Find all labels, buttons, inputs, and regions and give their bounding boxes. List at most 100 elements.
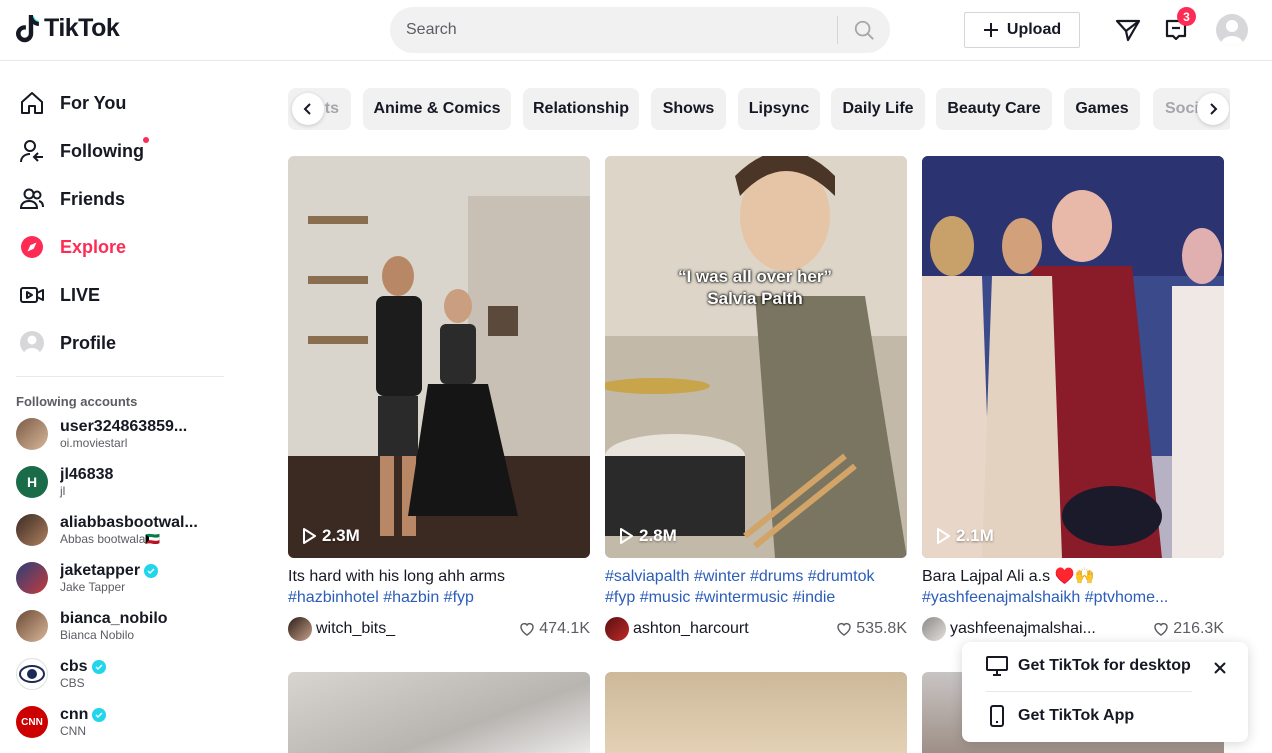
cnn-logo-icon: CNN (16, 706, 48, 738)
caption-text: Its hard with his long ahh arms (288, 568, 505, 585)
caption-hashtags[interactable]: #hazbinhotel #hazbin #fyp (288, 587, 590, 608)
video-thumbnail[interactable] (605, 672, 907, 753)
search-button[interactable] (842, 7, 886, 53)
video-thumbnail-image (605, 156, 907, 558)
tiktok-logo-icon (16, 14, 39, 42)
video-meta: witch_bits_ 474.1K (288, 617, 590, 641)
plus-icon (983, 23, 998, 37)
home-icon (16, 87, 48, 119)
video-thumbnail[interactable]: 2.1M (922, 156, 1224, 558)
category-chip[interactable]: Beauty Care (936, 88, 1052, 130)
category-bar: ts Anime & Comics Relationship Shows Lip… (288, 88, 1230, 130)
following-account[interactable]: user324863859... oi.moviestarl (16, 412, 224, 456)
creator-avatar[interactable] (922, 617, 946, 641)
nav-live[interactable]: LIVE (16, 273, 224, 317)
sidebar: For You Following Friends Explore LIVE P… (0, 61, 240, 753)
tiktok-logo[interactable]: TikTok (16, 14, 120, 43)
account-avatar (16, 610, 48, 642)
get-desktop-link[interactable]: Get TikTok for desktop (986, 648, 1191, 684)
sidebar-divider (16, 376, 224, 377)
creator-username[interactable]: ashton_harcourt (633, 620, 813, 638)
video-overlay-text: “I was all over her” Salvia Palth (677, 267, 832, 308)
account-name-text: cbs (60, 658, 88, 675)
category-chip[interactable]: Lipsync (738, 88, 820, 130)
nav-following[interactable]: Following (16, 129, 224, 173)
scroll-right-button[interactable] (1197, 93, 1229, 125)
user-avatar[interactable] (1216, 14, 1248, 46)
account-name: cbs (60, 658, 106, 676)
nav-friends[interactable]: Friends (16, 177, 224, 221)
like-count: 474.1K (519, 620, 590, 638)
creator-avatar[interactable] (288, 617, 312, 641)
category-chip[interactable]: Games (1064, 88, 1140, 130)
account-subtitle: Abbas bootwala🇰🇼 (60, 532, 161, 546)
following-account[interactable]: CNN cnn CNN (16, 700, 224, 744)
following-account[interactable]: jaketapper Jake Tapper (16, 556, 224, 600)
account-subtitle: Jake Tapper (60, 580, 126, 594)
search-input[interactable] (406, 7, 826, 53)
following-account[interactable]: bianca_nobilo Bianca Nobilo (16, 604, 224, 648)
upload-label: Upload (1006, 21, 1062, 38)
nav-explore[interactable]: Explore (16, 225, 224, 269)
video-meta: yashfeenajmalshai... 216.3K (922, 617, 1224, 641)
account-avatar (16, 514, 48, 546)
following-account[interactable]: H jl46838 jl (16, 460, 224, 504)
view-count: 2.3M (302, 526, 360, 546)
category-chip[interactable]: Daily Life (831, 88, 925, 130)
creator-username[interactable]: yashfeenajmalshai... (950, 620, 1130, 638)
notification-dot (143, 137, 149, 143)
video-thumbnail-image (288, 156, 590, 558)
caption-hashtags[interactable]: #salviapalth #winter #drums #drumtok #fy… (605, 566, 907, 608)
account-name: aliabbasbootwal... (60, 514, 198, 531)
video-thumbnail-image (922, 156, 1224, 558)
play-icon (620, 528, 633, 544)
video-thumbnail[interactable]: 2.3M (288, 156, 590, 558)
play-icon (937, 528, 950, 544)
view-count: 2.8M (619, 526, 677, 546)
scroll-left-button[interactable] (292, 93, 324, 125)
video-meta: ashton_harcourt 535.8K (605, 617, 907, 641)
view-count-text: 2.1M (956, 526, 994, 545)
video-thumbnail[interactable]: “I was all over her” Salvia Palth 2.8M (605, 156, 907, 558)
view-count-text: 2.8M (639, 526, 677, 545)
category-chip[interactable]: Relationship (523, 88, 639, 130)
like-count: 535.8K (836, 620, 907, 638)
search-bar (390, 7, 890, 53)
verified-icon (144, 564, 159, 578)
cnn-logo-text: CNN (21, 716, 43, 728)
account-name: cnn (60, 706, 107, 724)
following-account[interactable]: aliabbasbootwal... Abbas bootwala🇰🇼 (16, 508, 224, 552)
account-subtitle: Bianca Nobilo (60, 628, 135, 642)
nav-label: Following (60, 140, 144, 161)
caption-text: Bara Lajpal Ali a.s ♥️🙌 (922, 568, 1095, 585)
desktop-icon (986, 656, 1008, 676)
account-name: jl46838 (60, 466, 114, 483)
account-avatar (16, 418, 48, 450)
category-chip[interactable]: Shows (651, 88, 726, 130)
search-icon (854, 20, 874, 40)
creator-username[interactable]: witch_bits_ (316, 620, 496, 638)
get-app-link[interactable]: Get TikTok App (986, 698, 1134, 734)
search-divider (837, 16, 838, 44)
video-thumbnail[interactable] (288, 672, 590, 753)
upload-button[interactable]: Upload (964, 12, 1080, 48)
nav-profile[interactable]: Profile (16, 321, 224, 365)
following-account[interactable]: cbs CBS (16, 652, 224, 696)
popup-close-button[interactable] (1210, 658, 1230, 678)
account-name: user324863859... (60, 418, 188, 435)
nav-label: For You (60, 92, 127, 113)
following-accounts-title: Following accounts (16, 394, 138, 409)
like-count-text: 474.1K (539, 620, 590, 637)
category-chip[interactable]: Anime & Comics (363, 88, 511, 130)
inbox-badge: 3 (1177, 7, 1196, 26)
creator-avatar[interactable] (605, 617, 629, 641)
caption-hashtags[interactable]: #yashfeenajmalshaikh #ptvhome... (922, 587, 1224, 608)
account-name: jaketapper (60, 562, 159, 580)
like-count-text: 535.8K (856, 620, 907, 637)
inbox-button[interactable]: 3 (1160, 7, 1196, 46)
account-name-text: jaketapper (60, 562, 141, 579)
nav-for-you[interactable]: For You (16, 81, 224, 125)
video-caption: #salviapalth #winter #drums #drumtok #fy… (605, 566, 907, 608)
messages-button[interactable] (1112, 14, 1144, 46)
get-app-label: Get TikTok App (1018, 707, 1135, 724)
